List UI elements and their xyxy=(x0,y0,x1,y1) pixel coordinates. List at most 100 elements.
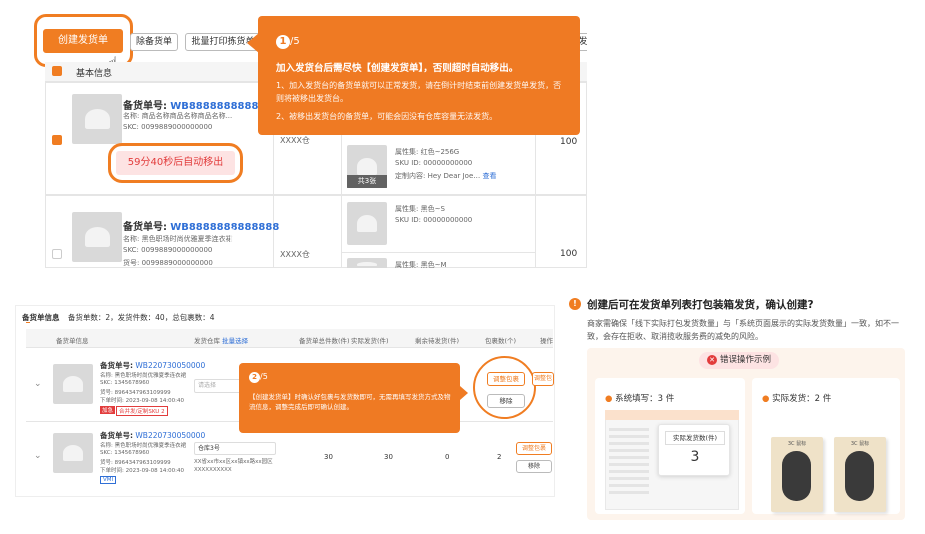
col-remaining: 剩余待发货(件) xyxy=(415,337,460,345)
package-count: 2 xyxy=(497,453,502,461)
order-number-link[interactable]: WB220730050000 xyxy=(135,361,205,370)
step-total: /5 xyxy=(290,36,300,47)
actions-highlight xyxy=(473,356,536,419)
product-name: 名称: 黑色职场时尚优雅夏季连衣裙 xyxy=(100,373,187,379)
expand-chevron-icon[interactable]: ⌄ xyxy=(34,379,42,389)
remove-stock-order-button[interactable]: 除备货单 xyxy=(130,33,178,51)
skc-value: SKC: 1345678960 xyxy=(100,450,150,456)
step-indicator: 1/5 xyxy=(276,35,300,49)
sku-attr: 属性集: 红色~256G xyxy=(395,148,460,156)
view-link[interactable]: 查看 xyxy=(483,172,497,180)
auto-remove-timer: 59分40秒后自动移出 xyxy=(116,151,235,175)
batch-select-link[interactable]: 批量选择 xyxy=(222,337,248,345)
row-checkbox[interactable] xyxy=(52,249,62,259)
sku-id: SKU ID: 00000000000 xyxy=(395,216,473,224)
warehouse-address: XX省xx市xx区xx镇xx路xx园区XXXXXXXXXX xyxy=(194,459,273,473)
skc-value: SKC: 0099889000000000 xyxy=(123,123,213,131)
close-circle-icon: ✕ xyxy=(707,355,717,365)
top-panel: 创建发货单 ☝ 除备货单 批量打印拣货单 发 基本信息 备货单号: WB8888… xyxy=(15,5,587,268)
warehouse-select[interactable]: 仓库3号 xyxy=(194,442,276,455)
skc-value: SKC: 0099889000000000 xyxy=(123,246,213,254)
warehouse-select[interactable]: 请选择 xyxy=(194,379,244,393)
sku-image xyxy=(347,258,387,268)
remove-button[interactable]: 移除 xyxy=(516,460,552,473)
thumbnail-stripe xyxy=(605,410,739,420)
summary-text: 备货单数：2，发货件数：40，总包裹数：4 xyxy=(67,313,215,322)
remove-button[interactable]: 移除 xyxy=(487,394,525,408)
summary-accent xyxy=(26,322,30,323)
mouse-image xyxy=(845,451,874,501)
product-image xyxy=(53,364,93,404)
actual-example-label: ● 实际发货：2 件 xyxy=(762,394,832,404)
order-number-link[interactable]: WB8888888888888 xyxy=(170,222,279,233)
order-number: 备货单号: WB220730050000 xyxy=(100,361,206,370)
summary-title: 备货单信息 xyxy=(22,313,60,322)
tip-text: 【创建发货单】时确认好包裹与发货数即可，无需再填写发货方式及物流信息，调整完成后… xyxy=(249,393,451,411)
merge-tag: 合并发/定制SKU 2 xyxy=(116,406,168,416)
system-example-label: ● 系统填写：3 件 xyxy=(605,394,675,404)
create-shipment-button[interactable]: 创建发货单 xyxy=(43,29,123,53)
goods-number: 货号: 8964347963109999 xyxy=(100,460,171,466)
product-name: 名称: 黑色职场时尚优雅夏季连衣裙 xyxy=(100,443,187,449)
sku-id: SKU ID: 00000000000 xyxy=(395,159,473,167)
warning-icon: ! xyxy=(569,298,581,310)
remaining-quantity: 0 xyxy=(445,453,450,461)
quantity: 100 xyxy=(560,137,578,147)
order-number-link[interactable]: WB220730050000 xyxy=(135,431,205,440)
urgent-tag: 加急 xyxy=(100,406,116,414)
custom-content: 定制内容: Hey Dear Joe… 查看 xyxy=(395,172,497,180)
mouse-image xyxy=(782,451,811,501)
product-image xyxy=(72,212,122,262)
wrong-example-badge: ✕ 错误操作示例 xyxy=(699,352,780,369)
select-all-checkbox[interactable] xyxy=(52,66,62,76)
product-image xyxy=(53,433,93,473)
goods-number: 货号: 8964347963109999 xyxy=(100,390,171,396)
popup-label: 实际发货数(件) xyxy=(665,431,725,445)
box-brand-text: 3C 鼠标 xyxy=(787,441,807,447)
bottom-left-panel: 备货单信息 备货单数：2，发货件数：40，总包裹数：4 备货单信息 发货仓库 批… xyxy=(15,305,555,497)
adjust-package-button[interactable]: 调整包裹 xyxy=(532,372,554,386)
col-warehouse: 发货仓库 批量选择 xyxy=(194,337,249,345)
box-brand-text: 3C 鼠标 xyxy=(850,441,870,447)
warehouse: XXXX仓 xyxy=(280,250,310,259)
order-number: 备货单号: WB8888888888888 xyxy=(123,101,280,112)
step-total: /5 xyxy=(260,372,268,381)
col-actions: 操作 xyxy=(540,337,553,345)
quantity: 100 xyxy=(560,249,578,259)
adjust-package-button[interactable]: 调整包裹 xyxy=(516,442,552,455)
summary-bar: 备货单信息 备货单数：2，发货件数：40，总包裹数：4 xyxy=(22,312,214,323)
skc-value: SKC: 1345678960 xyxy=(100,380,150,386)
actual-quantity: 30 xyxy=(384,453,393,461)
product-name: 名称: 黑色职场时尚优雅夏季连衣裙 xyxy=(123,235,233,243)
sku-attr: 属性集: 黑色~S xyxy=(395,205,445,213)
tip-line-1: 1、加入发货台的备货单就可以正常发货，请在倒计时结束前创建发货单发货，否则将被移… xyxy=(276,81,562,103)
col-total: 备货单总件数(件) xyxy=(299,337,350,345)
order-date: 下单时间: 2023-09-08 14:00:40 xyxy=(100,398,185,404)
col-order-info: 备货单信息 xyxy=(56,337,89,345)
actual-quantity-popup: 实际发货数(件) 3 xyxy=(658,424,730,476)
tip-arrow xyxy=(460,386,468,400)
col-packages: 包裹数(个) xyxy=(485,337,517,345)
col-actual: 实际发货(件) xyxy=(351,337,389,345)
sku-image xyxy=(347,202,387,245)
table-header xyxy=(26,329,553,348)
adjust-package-button[interactable]: 调整包裹 xyxy=(487,372,525,386)
basic-info-header: 基本信息 xyxy=(76,69,113,79)
image-count-badge: 共3张 xyxy=(347,175,387,188)
sku-attr: 属性集: 黑色~M xyxy=(395,261,447,268)
order-number: 备货单号: WB220730050000 xyxy=(100,431,206,440)
product-name: 名称: 商品名称商品名称商品名称... xyxy=(123,112,233,120)
row-checkbox[interactable] xyxy=(52,135,62,145)
row-divider xyxy=(341,252,535,253)
confirm-title: 创建后可在发货单列表打包装箱发货，确认创建? xyxy=(587,299,814,311)
step-number: 2 xyxy=(249,372,260,383)
goods-number: 货号: 0099889000000000 xyxy=(123,259,213,267)
thumbnail-stripe xyxy=(609,428,649,498)
bottom-right-panel: ! 创建后可在发货单列表打包装箱发货，确认创建? 商家需确保「线下实际打包发货数… xyxy=(563,290,908,520)
step-indicator: 2/5 xyxy=(249,372,268,383)
vmi-tag: VMI xyxy=(100,476,117,484)
expand-chevron-icon[interactable]: ⌄ xyxy=(34,451,42,461)
product-image xyxy=(72,94,122,144)
warehouse: XXXX仓 xyxy=(280,136,310,145)
tip-line-2: 2、被移出发货台的备货单，可能会因没有仓库容量无法发货。 xyxy=(276,112,498,121)
